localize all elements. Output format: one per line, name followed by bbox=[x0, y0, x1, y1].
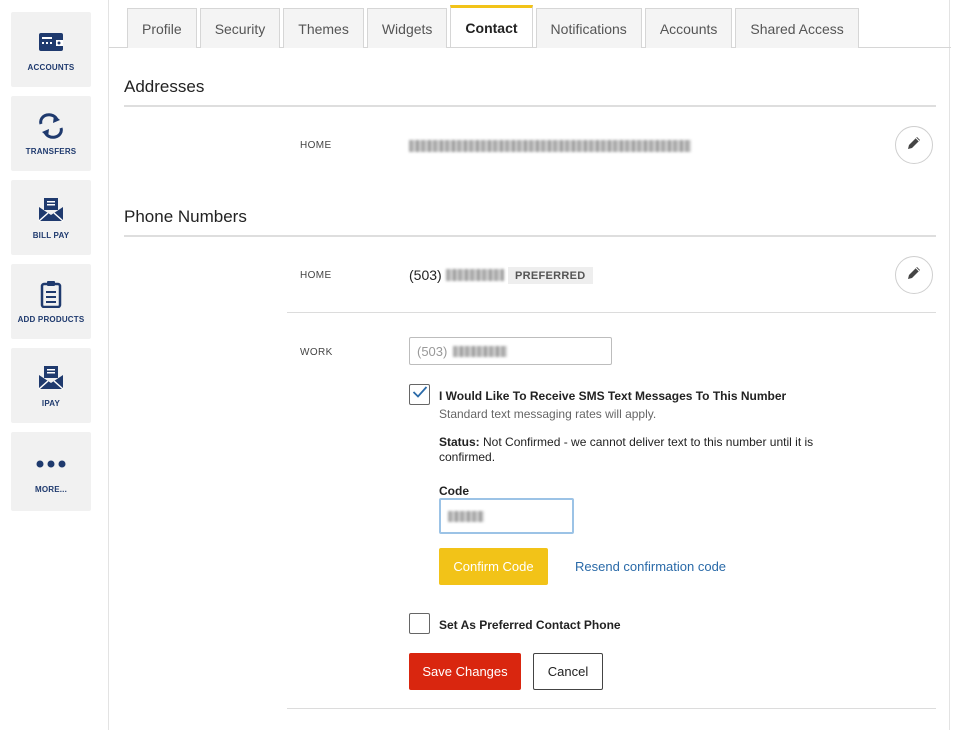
home-phone-label: HOME bbox=[300, 270, 332, 281]
sidebar-item-label: IPAY bbox=[41, 399, 61, 408]
phone-row-divider bbox=[287, 312, 936, 313]
checkmark-icon bbox=[412, 385, 428, 404]
sms-rates-note: Standard text messaging rates will apply… bbox=[439, 407, 657, 421]
envelope-pay-icon bbox=[36, 363, 66, 393]
home-phone-number-redacted bbox=[446, 269, 504, 281]
transfer-arrows-icon bbox=[36, 111, 66, 141]
work-phone-input-value: (503) bbox=[417, 343, 448, 359]
phone-row-divider-bottom bbox=[287, 708, 936, 709]
sidebar-item-ipay[interactable]: IPAY bbox=[11, 348, 91, 423]
status-label: Status: bbox=[439, 435, 480, 449]
preferred-contact-checkbox[interactable] bbox=[409, 613, 430, 634]
settings-tabs: Profile Security Themes Widgets Contact … bbox=[127, 5, 862, 48]
code-label: Code bbox=[439, 484, 469, 498]
work-phone-label: WORK bbox=[300, 347, 333, 358]
preferred-badge: PREFERRED bbox=[508, 267, 593, 284]
tab-themes[interactable]: Themes bbox=[283, 8, 364, 48]
confirm-code-button[interactable]: Confirm Code bbox=[439, 548, 548, 585]
confirmation-code-input[interactable] bbox=[439, 498, 574, 534]
edit-home-phone-button[interactable] bbox=[895, 256, 933, 294]
clipboard-icon bbox=[36, 279, 66, 309]
sms-status: Status: Not Confirmed - we cannot delive… bbox=[439, 435, 829, 465]
addresses-rule bbox=[124, 105, 936, 107]
sidebar-item-transfers[interactable]: TRANSFERS bbox=[11, 96, 91, 171]
pencil-icon bbox=[906, 265, 922, 286]
addresses-heading: Addresses bbox=[124, 77, 205, 96]
tab-widgets[interactable]: Widgets bbox=[366, 8, 448, 48]
wallet-icon bbox=[36, 27, 66, 57]
envelope-bill-icon bbox=[36, 195, 66, 225]
sidebar-item-add-products[interactable]: ADD PRODUCTS bbox=[11, 264, 91, 339]
home-phone-prefix: (503) bbox=[409, 267, 442, 283]
sms-opt-in-checkbox[interactable] bbox=[409, 384, 430, 405]
work-phone-input[interactable]: (503) bbox=[409, 337, 612, 365]
sidebar: ACCOUNTS TRANSFERS BILL PAY ADD PRODUCTS… bbox=[0, 0, 108, 730]
pencil-icon bbox=[906, 135, 922, 156]
sidebar-item-label: BILL PAY bbox=[32, 231, 70, 240]
sidebar-item-more[interactable]: MORE... bbox=[11, 432, 91, 511]
preferred-contact-label: Set As Preferred Contact Phone bbox=[439, 618, 621, 632]
sidebar-item-label: TRANSFERS bbox=[25, 147, 77, 156]
save-changes-button[interactable]: Save Changes bbox=[409, 653, 521, 690]
more-dots-icon bbox=[36, 449, 66, 479]
phone-numbers-rule bbox=[124, 235, 936, 237]
tab-security[interactable]: Security bbox=[199, 8, 281, 48]
sidebar-item-accounts[interactable]: ACCOUNTS bbox=[11, 12, 91, 87]
sidebar-item-label: ADD PRODUCTS bbox=[17, 315, 85, 324]
resend-confirmation-link[interactable]: Resend confirmation code bbox=[575, 559, 726, 574]
tab-profile[interactable]: Profile bbox=[127, 8, 197, 48]
edit-address-button[interactable] bbox=[895, 126, 933, 164]
home-address-label: HOME bbox=[300, 140, 332, 151]
phone-numbers-heading: Phone Numbers bbox=[124, 207, 247, 226]
confirmation-code-value-redacted bbox=[448, 510, 484, 522]
home-address-value-redacted bbox=[409, 140, 691, 152]
page: ACCOUNTS TRANSFERS BILL PAY ADD PRODUCTS… bbox=[0, 0, 960, 730]
cancel-button[interactable]: Cancel bbox=[533, 653, 603, 690]
work-phone-number-redacted bbox=[453, 345, 508, 357]
status-text: Not Confirmed - we cannot deliver text t… bbox=[439, 435, 814, 464]
tab-accounts[interactable]: Accounts bbox=[644, 8, 733, 48]
sidebar-item-label: ACCOUNTS bbox=[27, 63, 75, 72]
main-panel: Profile Security Themes Widgets Contact … bbox=[108, 0, 951, 730]
sidebar-item-label: MORE... bbox=[34, 485, 68, 494]
sms-opt-in-label: I Would Like To Receive SMS Text Message… bbox=[439, 389, 787, 403]
tab-shared-access[interactable]: Shared Access bbox=[735, 8, 859, 48]
tab-contact[interactable]: Contact bbox=[450, 5, 533, 47]
sidebar-item-bill-pay[interactable]: BILL PAY bbox=[11, 180, 91, 255]
tab-notifications[interactable]: Notifications bbox=[535, 8, 642, 48]
